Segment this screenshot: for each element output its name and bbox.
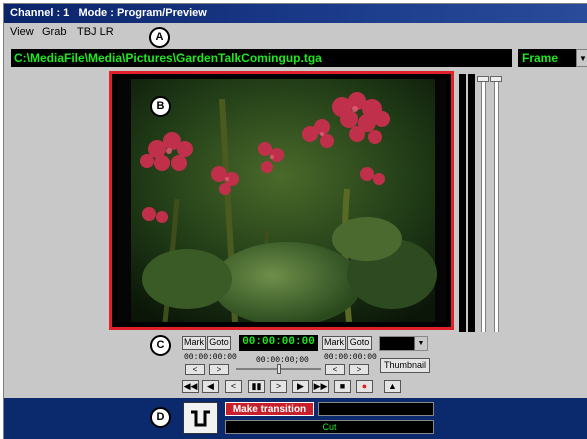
record-button[interactable]: ●	[356, 380, 373, 393]
center-timecode: 00:00:00;00	[256, 356, 309, 365]
cut-transition-icon	[191, 410, 210, 427]
file-path-field[interactable]: C:\MediaFile\Media\Pictures\GardenTalkCo…	[11, 49, 512, 67]
title-bar: Channel : 1 Mode : Program/Preview	[4, 4, 587, 23]
fast-forward-button[interactable]: ▶▶	[312, 380, 329, 393]
window-title: Channel : 1 Mode : Program/Preview	[10, 7, 207, 19]
annotation-a: A	[149, 27, 170, 48]
play-button[interactable]: ▶	[292, 380, 309, 393]
goto-in-button[interactable]: Goto	[207, 336, 231, 350]
audio-meters	[459, 74, 509, 334]
annotation-b: B	[150, 96, 171, 117]
eject-button[interactable]: ▲	[384, 380, 401, 393]
menu-tbj-lr[interactable]: TBJ LR	[77, 23, 114, 42]
pause-button[interactable]: ▮▮	[248, 380, 265, 393]
preview-image	[117, 79, 446, 322]
rewind-button[interactable]: ◀◀	[182, 380, 199, 393]
transition-icon-button[interactable]	[183, 402, 218, 434]
frame-dropdown[interactable]: Frame ▼	[518, 49, 587, 67]
transition-status: Cut	[225, 420, 434, 434]
meter-right	[468, 74, 475, 332]
out-step-forward-button[interactable]: >	[349, 364, 369, 375]
frame-dropdown-value: Frame	[522, 51, 559, 65]
in-timecode: 00:00:00:00	[184, 353, 237, 362]
mark-out-button[interactable]: Mark	[322, 336, 346, 350]
chevron-down-icon[interactable]: ▼	[576, 49, 587, 67]
step-back-button[interactable]: <	[225, 380, 242, 393]
scrub-handle[interactable]	[277, 364, 281, 374]
transition-name-field[interactable]	[318, 402, 434, 416]
make-transition-button[interactable]: Make transition	[225, 402, 314, 416]
in-step-back-button[interactable]: <	[185, 364, 205, 375]
out-step-back-button[interactable]: <	[325, 364, 345, 375]
menu-grab[interactable]: Grab	[42, 23, 66, 42]
goto-out-button[interactable]: Goto	[347, 336, 372, 350]
menu-bar: View Grab TBJ LR	[4, 23, 587, 42]
play-reverse-button[interactable]: ◀	[202, 380, 219, 393]
thumbnail-button[interactable]: Thumbnail	[380, 358, 430, 373]
level-slider-2[interactable]	[494, 80, 499, 332]
option-dropdown[interactable]: ▼	[379, 336, 428, 351]
step-forward-button[interactable]: >	[270, 380, 287, 393]
annotation-c: C	[150, 335, 171, 356]
level-slider-2-knob[interactable]	[490, 76, 502, 82]
menu-view[interactable]: View	[10, 23, 34, 42]
in-step-forward-button[interactable]: >	[209, 364, 229, 375]
mark-in-button[interactable]: Mark	[182, 336, 206, 350]
level-slider-1[interactable]	[481, 80, 486, 332]
out-timecode: 00:00:00:00	[324, 353, 377, 362]
meter-left	[459, 74, 466, 332]
level-slider-1-knob[interactable]	[477, 76, 489, 82]
stop-button[interactable]: ■	[334, 380, 351, 393]
annotation-d: D	[150, 407, 171, 428]
chevron-down-icon[interactable]: ▼	[414, 337, 427, 350]
flower-photo	[117, 79, 446, 322]
main-timecode: 00:00:00:00	[239, 335, 318, 351]
app-window: Channel : 1 Mode : Program/Preview View …	[3, 3, 587, 439]
screenshot-frame: Channel : 1 Mode : Program/Preview View …	[0, 0, 587, 439]
